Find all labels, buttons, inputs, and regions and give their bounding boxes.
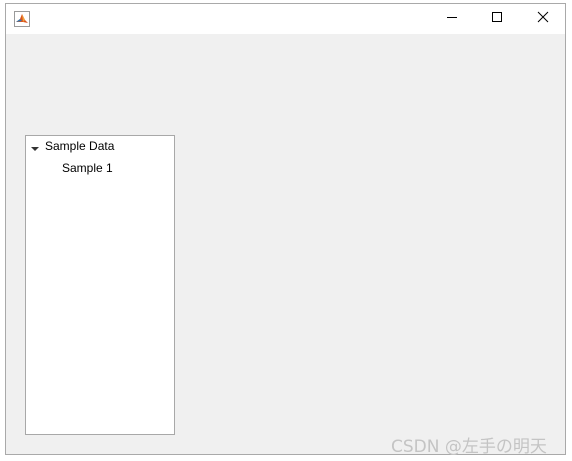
tree-node-label: Sample 1 xyxy=(62,161,113,175)
tree-node-label: Sample Data xyxy=(45,139,115,153)
close-icon xyxy=(537,10,549,28)
maximize-button[interactable] xyxy=(474,4,520,34)
tree-node-sample-data[interactable]: Sample Data xyxy=(31,136,114,156)
minimize-icon xyxy=(446,10,458,28)
title-bar[interactable] xyxy=(6,4,565,34)
maximize-icon xyxy=(491,10,503,28)
minimize-button[interactable] xyxy=(429,4,475,34)
figure-window: Sample Data Sample 1 xyxy=(5,3,566,455)
matlab-icon xyxy=(14,11,30,27)
figure-client-area: Sample Data Sample 1 xyxy=(6,34,565,454)
close-button[interactable] xyxy=(520,4,565,34)
tree-node-sample-1[interactable]: Sample 1 xyxy=(62,158,113,178)
tree-panel[interactable]: Sample Data Sample 1 xyxy=(25,135,175,435)
caret-down-icon[interactable] xyxy=(31,142,39,151)
watermark-text: CSDN @左手の明天 xyxy=(391,437,547,457)
